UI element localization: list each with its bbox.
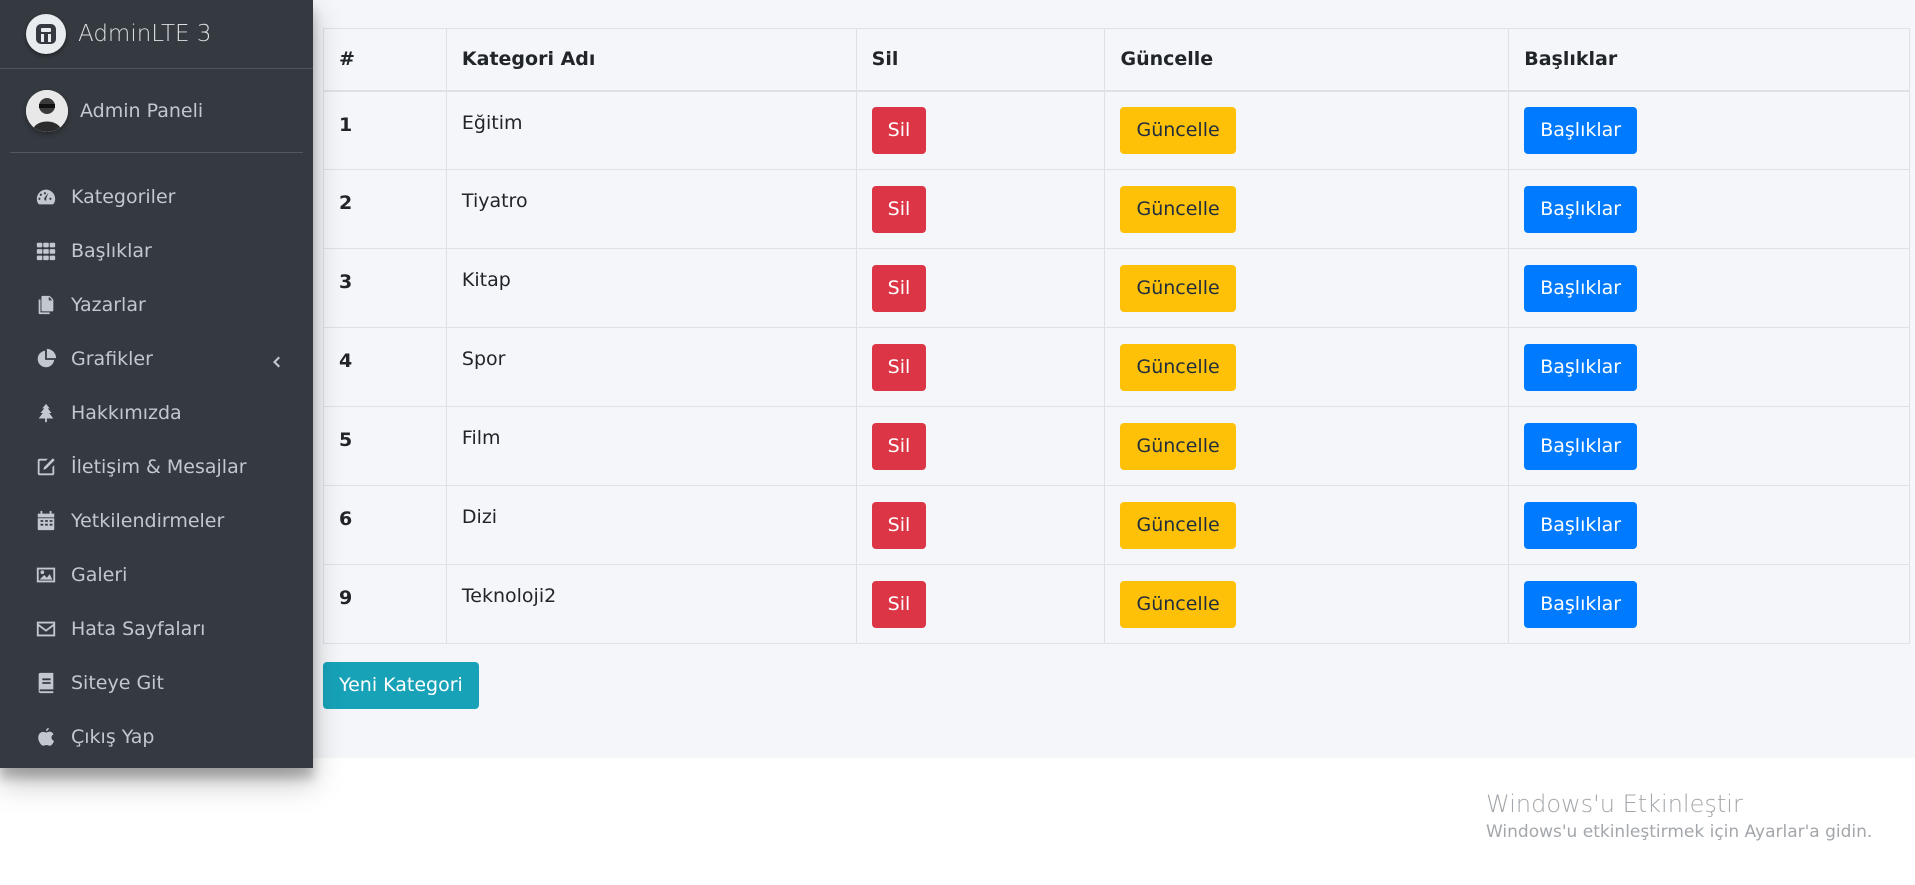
delete-button[interactable]: Sil <box>871 422 927 470</box>
sidebar-item-iletisim[interactable]: İletişim & Mesajlar <box>0 440 313 494</box>
titles-button[interactable]: Başlıklar <box>1524 106 1638 154</box>
edit-icon <box>34 455 58 479</box>
sidebar-item-grafikler[interactable]: Grafikler <box>0 332 313 386</box>
image-icon <box>34 563 58 587</box>
delete-button[interactable]: Sil <box>871 106 927 154</box>
delete-button[interactable]: Sil <box>871 185 927 233</box>
user-panel[interactable]: Admin Paneli <box>10 69 303 153</box>
header-id: # <box>323 28 447 92</box>
row-id: 3 <box>323 248 447 328</box>
row-category-name: Eğitim <box>445 90 857 170</box>
copy-icon <box>34 293 58 317</box>
brand-text: AdminLTE 3 <box>78 21 212 47</box>
delete-button[interactable]: Sil <box>871 343 927 391</box>
pie-chart-icon <box>34 347 58 371</box>
row-id: 1 <box>323 90 447 170</box>
category-table: # Kategori Adı Sil Güncelle Başlıklar 1 … <box>323 28 1910 644</box>
apple-icon <box>34 725 58 749</box>
update-button[interactable]: Güncelle <box>1120 106 1236 154</box>
row-id: 2 <box>323 169 447 249</box>
book-icon <box>34 671 58 695</box>
titles-button[interactable]: Başlıklar <box>1524 422 1638 470</box>
row-id: 9 <box>323 564 447 644</box>
calendar-icon <box>34 509 58 533</box>
sidebar-item-label: İletişim & Mesajlar <box>71 456 247 478</box>
sidebar-item-yazarlar[interactable]: Yazarlar <box>0 278 313 332</box>
table-row: 2 Tiyatro Sil Güncelle Başlıklar <box>323 169 1910 249</box>
row-id: 6 <box>323 485 447 565</box>
sidebar-item-label: Siteye Git <box>71 672 164 694</box>
row-id: 5 <box>323 406 447 486</box>
row-id: 4 <box>323 327 447 407</box>
table-row: 3 Kitap Sil Güncelle Başlıklar <box>323 248 1910 328</box>
sidebar-item-label: Yetkilendirmeler <box>71 510 225 532</box>
update-button[interactable]: Güncelle <box>1120 501 1236 549</box>
delete-button[interactable]: Sil <box>871 264 927 312</box>
table-header-row: # Kategori Adı Sil Güncelle Başlıklar <box>323 28 1910 92</box>
sidebar-item-label: Başlıklar <box>71 240 152 262</box>
table-row: 1 Eğitim Sil Güncelle Başlıklar <box>323 90 1910 170</box>
header-update: Güncelle <box>1104 28 1510 92</box>
table-row: 5 Film Sil Güncelle Başlıklar <box>323 406 1910 486</box>
titles-button[interactable]: Başlıklar <box>1524 264 1638 312</box>
avatar <box>26 89 68 132</box>
sidebar-item-galeri[interactable]: Galeri <box>0 548 313 602</box>
sidebar-item-hata-sayfalari[interactable]: Hata Sayfaları <box>0 602 313 656</box>
table-row: 9 Teknoloji2 Sil Güncelle Başlıklar <box>323 564 1910 644</box>
sidebar-item-basliklar[interactable]: Başlıklar <box>0 224 313 278</box>
titles-button[interactable]: Başlıklar <box>1524 343 1638 391</box>
sidebar-item-label: Grafikler <box>71 348 153 370</box>
titles-button[interactable]: Başlıklar <box>1524 185 1638 233</box>
windows-activation-watermark: Windows'u Etkinleştir Windows'u etkinleş… <box>1486 790 1872 842</box>
content-wrapper: # Kategori Adı Sil Güncelle Başlıklar 1 … <box>313 0 1915 758</box>
sidebar-item-siteye-git[interactable]: Siteye Git <box>0 656 313 710</box>
sidebar-item-label: Galeri <box>71 564 128 586</box>
titles-button[interactable]: Başlıklar <box>1524 580 1638 628</box>
row-category-name: Spor <box>445 327 857 407</box>
sidebar-item-yetkilendirmeler[interactable]: Yetkilendirmeler <box>0 494 313 548</box>
update-button[interactable]: Güncelle <box>1120 264 1236 312</box>
sidebar-item-hakkimizda[interactable]: Hakkımızda <box>0 386 313 440</box>
table-row: 4 Spor Sil Güncelle Başlıklar <box>323 327 1910 407</box>
table-row: 6 Dizi Sil Güncelle Başlıklar <box>323 485 1910 565</box>
sidebar-item-label: Kategoriler <box>71 186 176 208</box>
tree-icon <box>34 401 58 425</box>
header-delete: Sil <box>855 28 1106 92</box>
update-button[interactable]: Güncelle <box>1120 343 1236 391</box>
sidebar-item-label: Yazarlar <box>71 294 146 316</box>
update-button[interactable]: Güncelle <box>1120 185 1236 233</box>
update-button[interactable]: Güncelle <box>1120 580 1236 628</box>
row-category-name: Tiyatro <box>445 169 857 249</box>
row-category-name: Teknoloji2 <box>445 564 857 644</box>
user-name[interactable]: Admin Paneli <box>80 100 203 122</box>
header-category-name: Kategori Adı <box>445 28 857 92</box>
sidebar-item-label: Çıkış Yap <box>71 726 155 748</box>
sidebar-item-cikis-yap[interactable]: Çıkış Yap <box>0 710 313 764</box>
header-titles: Başlıklar <box>1508 28 1910 92</box>
watermark-subtitle: Windows'u etkinleştirmek için Ayarlar'a … <box>1486 822 1873 842</box>
row-category-name: Dizi <box>445 485 857 565</box>
row-category-name: Kitap <box>445 248 857 328</box>
delete-button[interactable]: Sil <box>871 580 927 628</box>
update-button[interactable]: Güncelle <box>1120 422 1236 470</box>
envelope-icon <box>34 617 58 641</box>
tachometer-icon <box>34 185 58 209</box>
sidebar-nav: Kategoriler Başlıklar Yazarlar Grafikler <box>0 170 313 764</box>
sidebar-item-label: Hakkımızda <box>71 402 182 424</box>
grid-icon <box>34 239 58 263</box>
sidebar-item-kategoriler[interactable]: Kategoriler <box>0 170 313 224</box>
main-sidebar: AdminLTE 3 Admin Paneli Kategoriler Başl… <box>0 0 313 768</box>
sidebar-item-label: Hata Sayfaları <box>71 618 206 640</box>
new-category-button[interactable]: Yeni Kategori <box>323 662 479 709</box>
adminlte-logo-icon <box>26 14 66 54</box>
titles-button[interactable]: Başlıklar <box>1524 501 1638 549</box>
delete-button[interactable]: Sil <box>871 501 927 549</box>
row-category-name: Film <box>445 406 857 486</box>
watermark-title: Windows'u Etkinleştir <box>1486 790 1743 818</box>
brand-link[interactable]: AdminLTE 3 <box>0 0 313 69</box>
chevron-left-icon[interactable] <box>269 352 283 368</box>
